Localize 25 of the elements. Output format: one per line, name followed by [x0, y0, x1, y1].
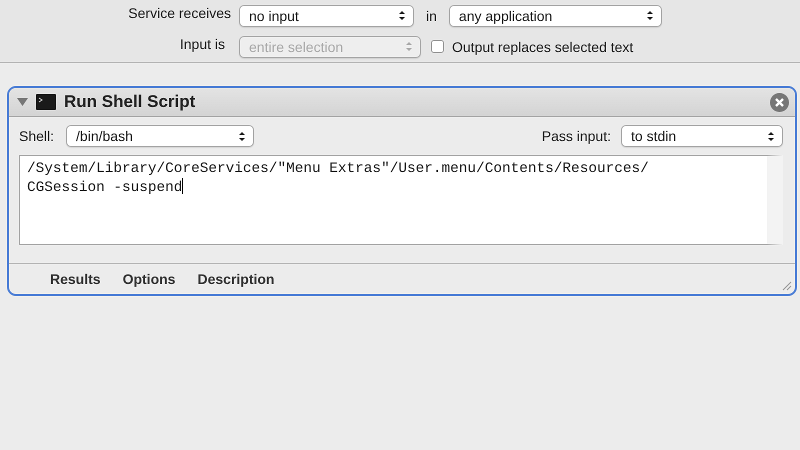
terminal-icon — [36, 94, 56, 110]
application-select[interactable]: any application — [448, 4, 662, 26]
footer-tab[interactable]: Description — [186, 271, 286, 287]
script-field[interactable]: /System/Library/CoreServices/"Menu Extras"/User.menu/Contents/Resources/ CGSession -suspend — [19, 155, 783, 245]
action-title: Run Shell Script — [64, 92, 196, 112]
pass-input-select[interactable]: to stdin — [621, 125, 783, 147]
checkbox-label: Output replaces selected text — [452, 38, 634, 54]
disclosure-triangle-icon[interactable] — [17, 97, 28, 107]
footer-tab[interactable]: Options — [112, 271, 186, 287]
input-type-select[interactable]: no input — [239, 4, 414, 26]
field-label: in — [425, 8, 438, 24]
field-label: Pass input: — [542, 128, 612, 144]
stepper-icon — [646, 10, 653, 21]
checkbox[interactable] — [431, 40, 444, 53]
stepper-icon — [768, 130, 774, 142]
resize-grip-icon[interactable] — [780, 279, 792, 291]
stepper-icon — [239, 130, 246, 142]
stepper-icon — [406, 41, 412, 52]
close-icon[interactable] — [770, 92, 789, 112]
stepper-icon — [399, 10, 405, 21]
field-label: Service receives — [127, 4, 232, 22]
field-label: Input is — [178, 36, 226, 54]
footer-tab[interactable]: Results — [39, 271, 112, 287]
field-label: Shell: — [19, 128, 56, 144]
shell-select[interactable]: /bin/bash — [66, 125, 254, 147]
